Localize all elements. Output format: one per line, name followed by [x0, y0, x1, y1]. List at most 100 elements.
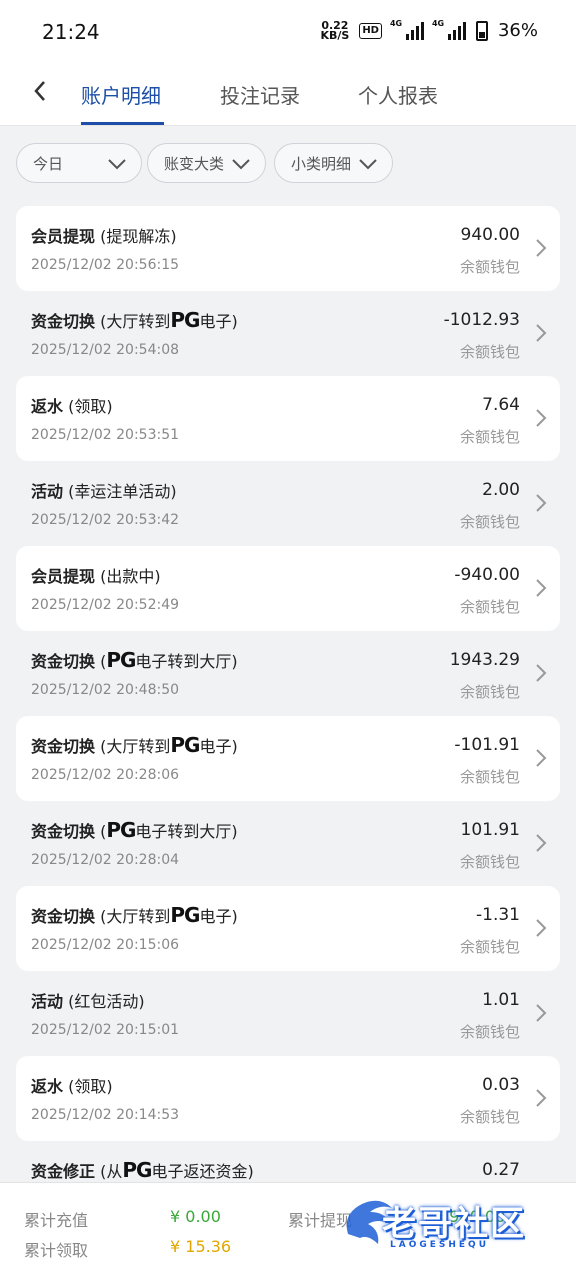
pg-logo: PG: [170, 903, 200, 927]
signal-label-2: 4G: [431, 18, 445, 28]
record-title: 会员提现 (出款中): [31, 567, 161, 586]
record-wallet: 余额钱包: [459, 598, 520, 616]
chevron-right-icon: [536, 409, 547, 427]
record-row[interactable]: 资金切换 (大厅转到PG电子) 2025/12/02 20:54:08 -101…: [16, 291, 560, 376]
record-time: 2025/12/02 20:53:42: [31, 512, 180, 528]
status-indicators: 0.22 KB/S HD 4G 4G 36%: [320, 18, 538, 42]
record-row[interactable]: 会员提现 (提现解冻) 2025/12/02 20:56:15 940.00 余…: [16, 206, 560, 291]
record-title: 资金切换 (大厅转到PG电子): [31, 308, 238, 332]
chevron-right-icon: [536, 749, 547, 767]
chevron-right-icon: [536, 834, 547, 852]
subcategory-filter-dropdown[interactable]: 小类明细: [274, 143, 393, 183]
network-speed: 0.22 KB/S: [320, 20, 350, 42]
chevron-down-icon: [232, 159, 250, 170]
record-time: 2025/12/02 20:15:06: [31, 937, 180, 953]
record-time: 2025/12/02 20:54:08: [31, 342, 180, 358]
total-claim-value: ¥ 15.36: [170, 1237, 232, 1256]
tab-account-details[interactable]: 账户明细: [81, 80, 161, 109]
record-amount: 1943.29: [449, 650, 520, 670]
chevron-right-icon: [536, 494, 547, 512]
total-withdraw-value: ¥ 940.00: [434, 1207, 506, 1226]
record-amount: -940.00: [454, 565, 520, 585]
chevron-right-icon: [536, 1089, 547, 1107]
record-amount: -1.31: [476, 905, 520, 925]
record-title: 会员提现 (提现解冻): [31, 227, 177, 246]
record-wallet: 余额钱包: [459, 683, 520, 701]
record-title: 资金切换 (大厅转到PG电子): [31, 733, 238, 757]
record-amount: 101.91: [460, 820, 520, 840]
category-filter-label: 账变大类: [164, 154, 225, 173]
top-nav: 账户明细 投注记录 个人报表: [0, 62, 576, 126]
pg-logo: PG: [106, 818, 136, 842]
record-wallet: 余额钱包: [459, 513, 520, 531]
pg-logo: PG: [106, 648, 136, 672]
network-speed-unit: KB/S: [320, 28, 350, 42]
filter-bar: 今日 账变大类 小类明细: [0, 126, 576, 206]
chevron-right-icon: [536, 324, 547, 342]
chevron-right-icon: [536, 239, 547, 257]
record-wallet: 余额钱包: [459, 428, 520, 446]
total-claim-label: 累计领取: [24, 1241, 89, 1260]
record-title: 资金修正 (从PG电子返还资金): [31, 1158, 254, 1182]
chevron-right-icon: [536, 1004, 547, 1022]
record-row[interactable]: 活动 (幸运注单活动) 2025/12/02 20:53:42 2.00 余额钱…: [16, 461, 560, 546]
record-row[interactable]: 资金切换 (PG电子转到大厅) 2025/12/02 20:28:04 101.…: [16, 801, 560, 886]
record-time: 2025/12/02 20:48:50: [31, 682, 180, 698]
tab-bet-records[interactable]: 投注记录: [220, 80, 300, 109]
record-row[interactable]: 资金切换 (PG电子转到大厅) 2025/12/02 20:48:50 1943…: [16, 631, 560, 716]
record-title: 资金切换 (PG电子转到大厅): [31, 648, 238, 672]
chevron-down-icon: [108, 159, 126, 170]
summary-footer: 累计充值 ¥ 0.00 累计提现 ¥ 940.00 累计领取 ¥ 15.36: [0, 1182, 576, 1280]
date-filter-dropdown[interactable]: 今日: [16, 143, 142, 183]
pg-logo: PG: [170, 308, 200, 332]
total-recharge-label: 累计充值: [24, 1211, 89, 1230]
record-time: 2025/12/02 20:28:06: [31, 767, 180, 783]
record-title: 返水 (领取): [31, 1077, 113, 1096]
signal-label-1: 4G: [389, 18, 403, 28]
record-wallet: 余额钱包: [459, 768, 520, 786]
pg-logo: PG: [122, 1158, 152, 1182]
record-wallet: 余额钱包: [459, 853, 520, 871]
back-arrow-icon[interactable]: [28, 74, 52, 109]
record-wallet: 余额钱包: [459, 258, 520, 276]
chevron-right-icon: [536, 919, 547, 937]
record-row[interactable]: 返水 (领取) 2025/12/02 20:14:53 0.03 余额钱包: [16, 1056, 560, 1141]
status-time: 21:24: [42, 20, 100, 44]
record-title: 活动 (幸运注单活动): [31, 482, 177, 501]
record-amount: -101.91: [454, 735, 520, 755]
record-time: 2025/12/02 20:14:53: [31, 1107, 180, 1123]
record-wallet: 余额钱包: [459, 938, 520, 956]
battery-icon: [475, 20, 488, 41]
record-time: 2025/12/02 20:53:51: [31, 427, 180, 443]
record-time: 2025/12/02 20:28:04: [31, 852, 180, 868]
record-wallet: 余额钱包: [459, 1108, 520, 1126]
hd-icon: HD: [359, 22, 382, 39]
signal-icon-2: 4G: [431, 18, 466, 40]
record-row[interactable]: 返水 (领取) 2025/12/02 20:53:51 7.64 余额钱包: [16, 376, 560, 461]
status-bar: 21:24 0.22 KB/S HD 4G 4G 36%: [0, 0, 576, 62]
record-time: 2025/12/02 20:52:49: [31, 597, 180, 613]
record-time: 2025/12/02 20:56:15: [31, 257, 180, 273]
battery-percent: 36%: [497, 20, 538, 41]
total-withdraw-label: 累计提现: [288, 1211, 353, 1230]
record-wallet: 余额钱包: [459, 343, 520, 361]
record-amount: 0.03: [482, 1075, 520, 1095]
record-amount: 7.64: [482, 395, 520, 415]
chevron-right-icon: [536, 664, 547, 682]
record-wallet: 余额钱包: [459, 1023, 520, 1041]
record-amount: 0.27: [482, 1160, 520, 1180]
category-filter-dropdown[interactable]: 账变大类: [147, 143, 266, 183]
subcategory-filter-label: 小类明细: [291, 154, 352, 173]
chevron-right-icon: [536, 579, 547, 597]
record-row[interactable]: 资金切换 (大厅转到PG电子) 2025/12/02 20:28:06 -101…: [16, 716, 560, 801]
total-recharge-value: ¥ 0.00: [170, 1207, 221, 1226]
record-amount: 1.01: [482, 990, 520, 1010]
tab-personal-report[interactable]: 个人报表: [358, 80, 438, 109]
record-row[interactable]: 资金切换 (大厅转到PG电子) 2025/12/02 20:15:06 -1.3…: [16, 886, 560, 971]
chevron-down-icon: [359, 159, 377, 170]
record-amount: -1012.93: [443, 310, 520, 330]
record-row[interactable]: 活动 (红包活动) 2025/12/02 20:15:01 1.01 余额钱包: [16, 971, 560, 1056]
record-title: 资金切换 (PG电子转到大厅): [31, 818, 238, 842]
record-title: 资金切换 (大厅转到PG电子): [31, 903, 238, 927]
record-row[interactable]: 会员提现 (出款中) 2025/12/02 20:52:49 -940.00 余…: [16, 546, 560, 631]
